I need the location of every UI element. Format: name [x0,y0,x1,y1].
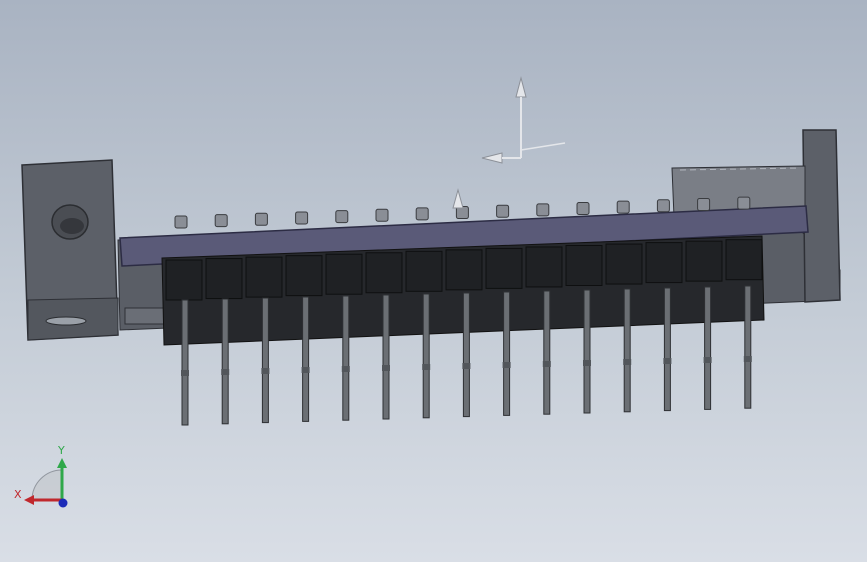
pin[interactable] [261,297,270,424]
strip-stud [536,203,550,217]
connector-model[interactable] [0,0,867,562]
strip-stud [214,214,228,228]
housing-cell [205,258,243,300]
housing-cell [525,246,563,288]
pin[interactable] [181,299,189,426]
housing-cell [285,255,323,297]
strip-stud [616,200,630,214]
left-mounting-bracket[interactable] [21,159,119,341]
pin[interactable] [663,287,672,412]
housing-cell [245,256,283,298]
strip-stud [697,197,711,211]
strip-stud [737,196,751,210]
strip-stud [254,212,268,226]
pin[interactable] [502,291,511,416]
pin[interactable] [703,286,712,410]
x-axis-label: X [14,488,22,501]
housing-cell [165,259,203,301]
pin[interactable] [341,295,350,421]
pin[interactable] [382,294,390,420]
pin[interactable] [301,296,310,422]
pin[interactable] [462,292,471,418]
graphics-viewport[interactable]: Y X [0,0,867,562]
strip-stud [295,211,309,225]
strip-stud [375,208,389,222]
pin[interactable] [743,285,752,409]
housing-cell [645,242,683,284]
housing-cell [485,247,523,289]
pin[interactable] [542,290,551,415]
housing-cell [405,250,443,292]
pin[interactable] [221,298,230,425]
housing-cell [565,245,603,286]
reference-origin-icon [452,76,566,209]
housing-cell [325,253,363,295]
pin[interactable] [583,289,591,414]
strip-stud [496,204,510,218]
housing-cell [725,239,763,281]
strip-stud [576,202,590,215]
y-axis-label: Y [57,444,65,457]
z-axis [58,498,68,508]
view-orientation-triad-icon: Y X [14,444,68,508]
strip-stud [335,210,349,224]
connector-pins[interactable] [181,285,752,426]
pin[interactable] [623,288,632,413]
housing-cell [605,243,643,285]
housing-cell [445,249,483,291]
strip-stud [656,199,670,213]
housing-cell [365,252,403,294]
housing-cell [685,240,723,282]
strip-stud [174,215,188,229]
strip-stud [415,207,429,221]
pin[interactable] [422,293,431,419]
